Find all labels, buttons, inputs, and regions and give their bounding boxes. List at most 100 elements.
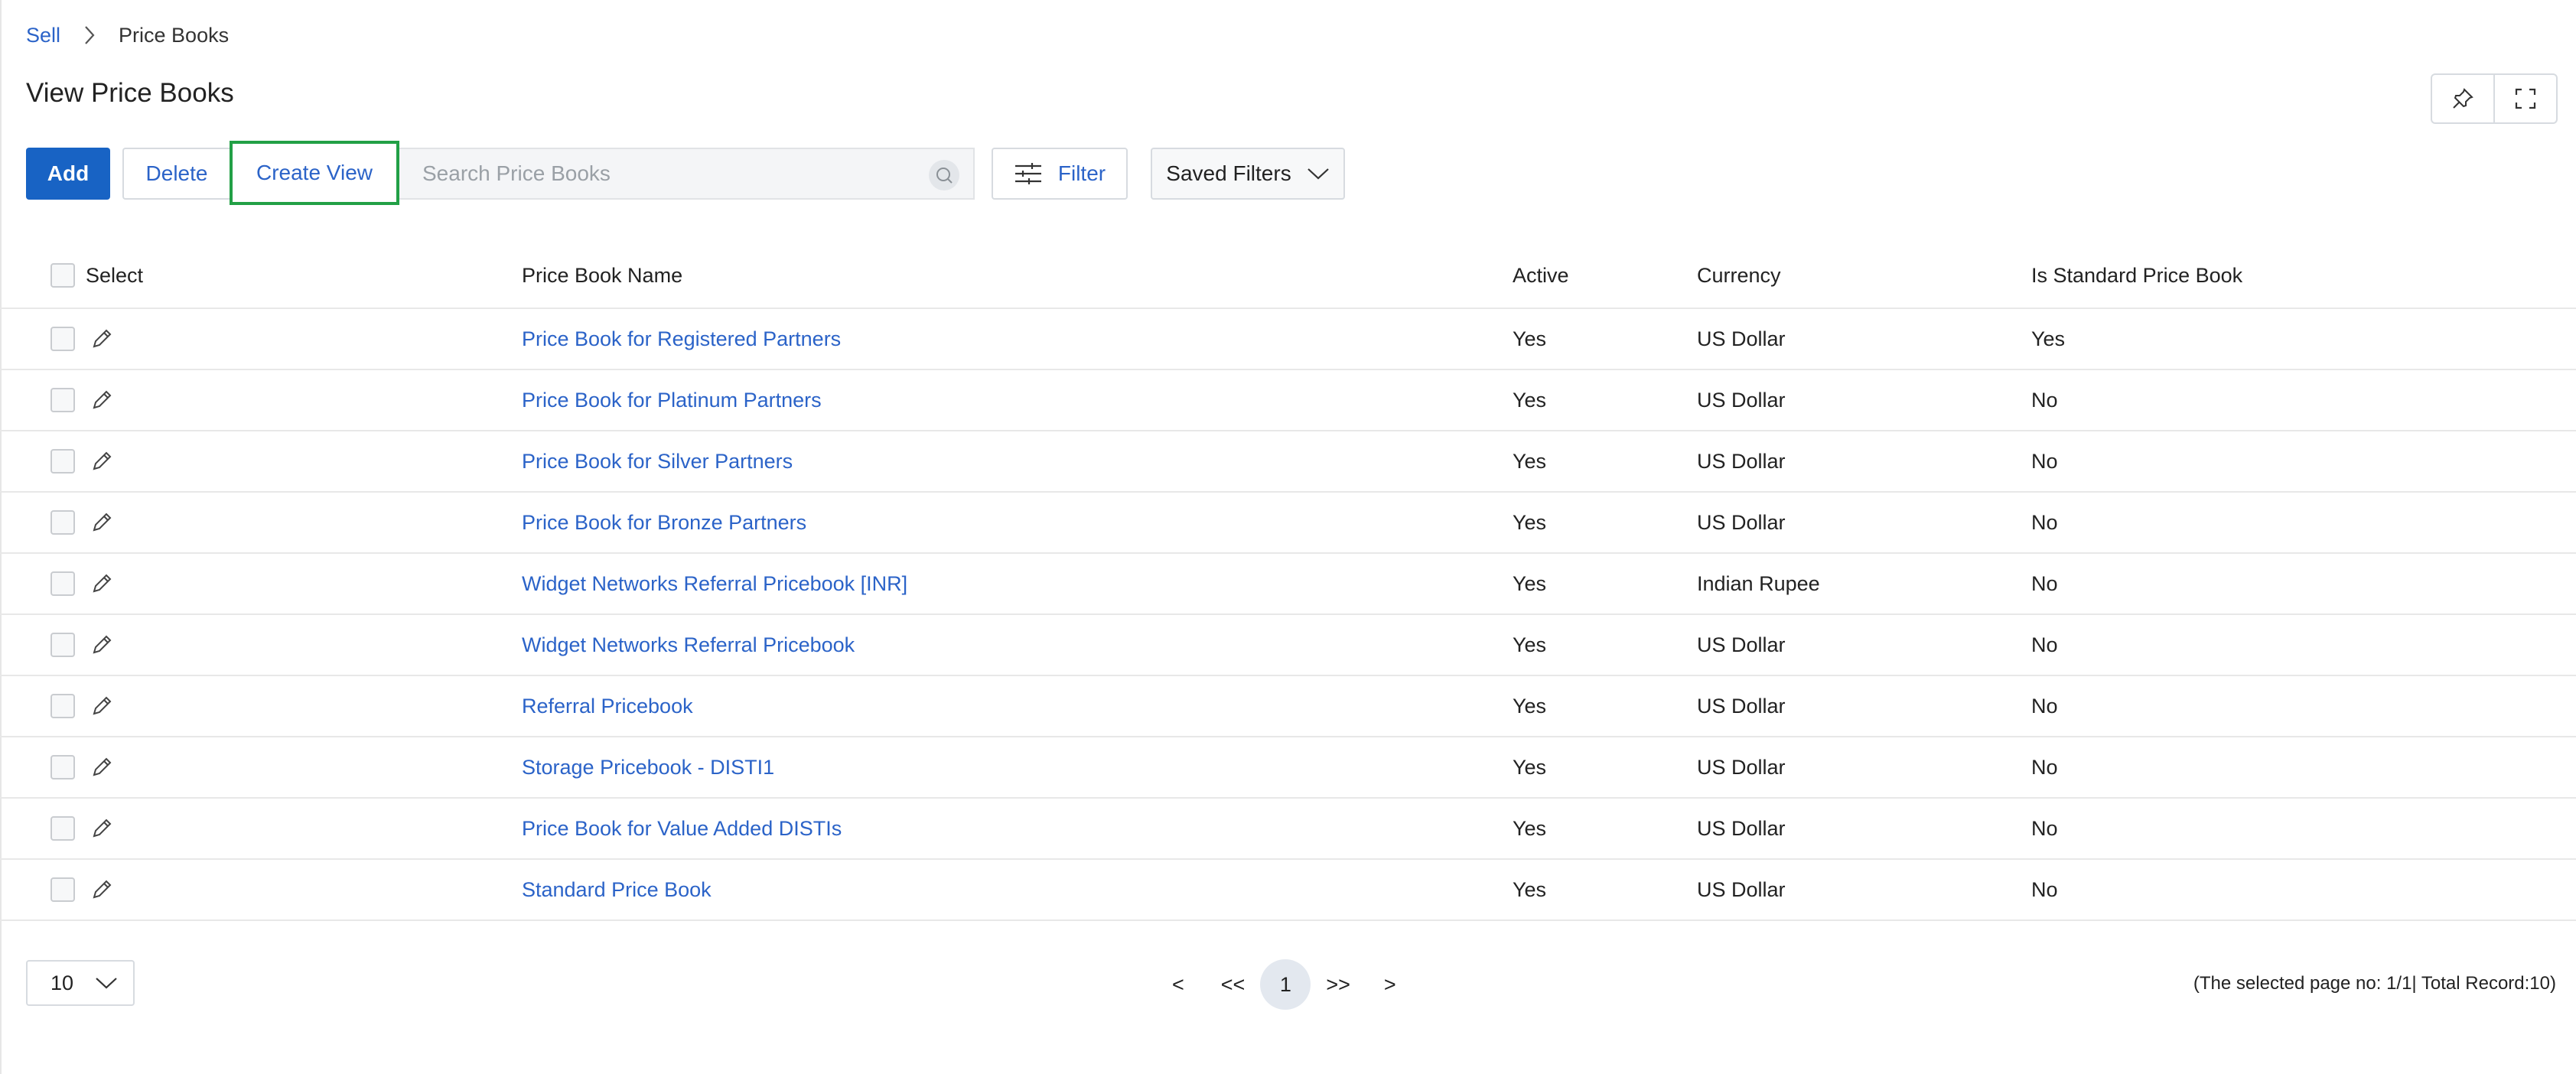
standard-cell: No (2031, 449, 2058, 473)
standard-cell: No (2031, 877, 2058, 901)
pagination: < << 1 >> > (1161, 959, 1396, 1010)
table-row: Price Book for Platinum Partners Yes US Do… (0, 370, 2576, 431)
table-row: Price Book for Silver Partners Yes US Doll… (0, 431, 2576, 493)
page-info: (The selected page no: 1/1| Total Record… (2193, 973, 2556, 994)
row-checkbox[interactable] (50, 816, 75, 841)
currency-cell: US Dollar (1697, 633, 1786, 656)
row-checkbox[interactable] (50, 633, 75, 657)
view-actions (2431, 73, 2558, 124)
table-row: Price Book for Value Added DISTIs Yes US D… (0, 799, 2576, 860)
pencil-icon[interactable] (90, 878, 113, 901)
select-header-label: Select (86, 263, 144, 287)
table-row: Widget Networks Referral Pricebook [INR]… (0, 554, 2576, 615)
pencil-icon[interactable] (90, 572, 113, 595)
pin-button[interactable] (2432, 75, 2493, 122)
price-book-name-link[interactable]: Storage Pricebook - DISTI1 (522, 756, 774, 779)
add-button[interactable]: Add (26, 148, 110, 200)
name-column-header[interactable]: Price Book Name (522, 264, 1513, 288)
row-select-cell (0, 449, 522, 474)
select-all-checkbox[interactable] (50, 263, 75, 288)
standard-cell: No (2031, 816, 2058, 840)
standard-cell: No (2031, 694, 2058, 718)
pencil-icon[interactable] (90, 450, 113, 473)
first-page-button[interactable]: << (1221, 973, 1246, 997)
table-row: Referral Pricebook Yes US Dollar No (0, 676, 2576, 737)
row-checkbox[interactable] (50, 510, 75, 535)
price-book-name-link[interactable]: Price Book for Value Added DISTIs (522, 817, 842, 840)
row-select-cell (0, 327, 522, 351)
price-book-name-link[interactable]: Widget Networks Referral Pricebook [INR] (522, 572, 907, 595)
pencil-icon[interactable] (90, 695, 113, 718)
currency-cell: US Dollar (1697, 694, 1786, 718)
breadcrumb-sell-link[interactable]: Sell (26, 24, 60, 47)
price-book-name-link[interactable]: Price Book for Registered Partners (522, 327, 841, 350)
active-cell: Yes (1513, 694, 1547, 718)
price-books-table: Select Price Book Name Active Currency I… (0, 243, 2576, 921)
saved-filters-label: Saved Filters (1166, 161, 1291, 185)
fullscreen-icon (2514, 87, 2537, 110)
page-size-select[interactable]: 10 (26, 960, 135, 1006)
pencil-icon[interactable] (90, 633, 113, 656)
row-checkbox[interactable] (50, 694, 75, 718)
price-book-name-link[interactable]: Widget Networks Referral Pricebook (522, 633, 855, 656)
active-cell: Yes (1513, 327, 1547, 350)
filter-button[interactable]: Filter (992, 148, 1128, 200)
standard-cell: No (2031, 633, 2058, 656)
current-page-button[interactable]: 1 (1260, 959, 1311, 1010)
pencil-icon[interactable] (90, 817, 113, 840)
row-checkbox[interactable] (50, 571, 75, 596)
page-size-value: 10 (50, 971, 74, 994)
row-checkbox[interactable] (50, 755, 75, 779)
active-cell: Yes (1513, 388, 1547, 412)
chevron-down-icon (95, 976, 118, 990)
next-page-button[interactable]: > (1384, 973, 1396, 997)
table-row: Storage Pricebook - DISTI1 Yes US Dollar No (0, 737, 2576, 799)
price-book-name-link[interactable]: Price Book for Bronze Partners (522, 511, 806, 534)
create-view-button[interactable]: Create View (230, 141, 399, 205)
row-checkbox[interactable] (50, 449, 75, 474)
breadcrumb: Sell Price Books (26, 20, 229, 50)
currency-cell: US Dollar (1697, 510, 1786, 534)
row-select-cell (0, 633, 522, 657)
last-page-button[interactable]: >> (1326, 973, 1350, 997)
price-book-name-link[interactable]: Referral Pricebook (522, 695, 693, 718)
currency-cell: US Dollar (1697, 449, 1786, 473)
fullscreen-button[interactable] (2493, 75, 2556, 122)
standard-cell: No (2031, 510, 2058, 534)
search-input[interactable] (421, 161, 913, 187)
row-checkbox[interactable] (50, 327, 75, 351)
page-title: View Price Books (26, 78, 234, 108)
active-column-header[interactable]: Active (1513, 264, 1697, 288)
active-cell: Yes (1513, 877, 1547, 901)
standard-cell: No (2031, 388, 2058, 412)
currency-cell: US Dollar (1697, 877, 1786, 901)
row-select-cell (0, 694, 522, 718)
delete-button[interactable]: Delete (122, 148, 230, 200)
currency-cell: US Dollar (1697, 388, 1786, 412)
table-row: Price Book for Registered Partners Yes US … (0, 309, 2576, 370)
pencil-icon[interactable] (90, 389, 113, 412)
standard-column-header[interactable]: Is Standard Price Book (2031, 264, 2576, 288)
currency-column-header[interactable]: Currency (1697, 264, 2031, 288)
table-header: Select Price Book Name Active Currency I… (0, 243, 2576, 309)
breadcrumb-current: Price Books (119, 23, 230, 47)
pencil-icon[interactable] (90, 756, 113, 779)
saved-filters-dropdown[interactable]: Saved Filters (1151, 148, 1345, 200)
row-checkbox[interactable] (50, 388, 75, 412)
active-cell: Yes (1513, 449, 1547, 473)
pencil-icon[interactable] (90, 327, 113, 350)
pencil-icon[interactable] (90, 511, 113, 534)
prev-page-button[interactable]: < (1172, 973, 1184, 997)
table-row: Price Book for Bronze Partners Yes US Doll… (0, 493, 2576, 554)
price-book-name-link[interactable]: Standard Price Book (522, 878, 712, 901)
search-box (398, 148, 975, 200)
search-icon[interactable] (929, 160, 959, 190)
price-book-name-link[interactable]: Price Book for Silver Partners (522, 450, 793, 473)
row-checkbox[interactable] (50, 877, 75, 902)
active-cell: Yes (1513, 755, 1547, 779)
price-book-name-link[interactable]: Price Book for Platinum Partners (522, 389, 822, 412)
pin-icon (2451, 87, 2474, 110)
chevron-right-icon (83, 25, 96, 45)
row-select-cell (0, 877, 522, 902)
standard-cell: Yes (2031, 327, 2066, 350)
